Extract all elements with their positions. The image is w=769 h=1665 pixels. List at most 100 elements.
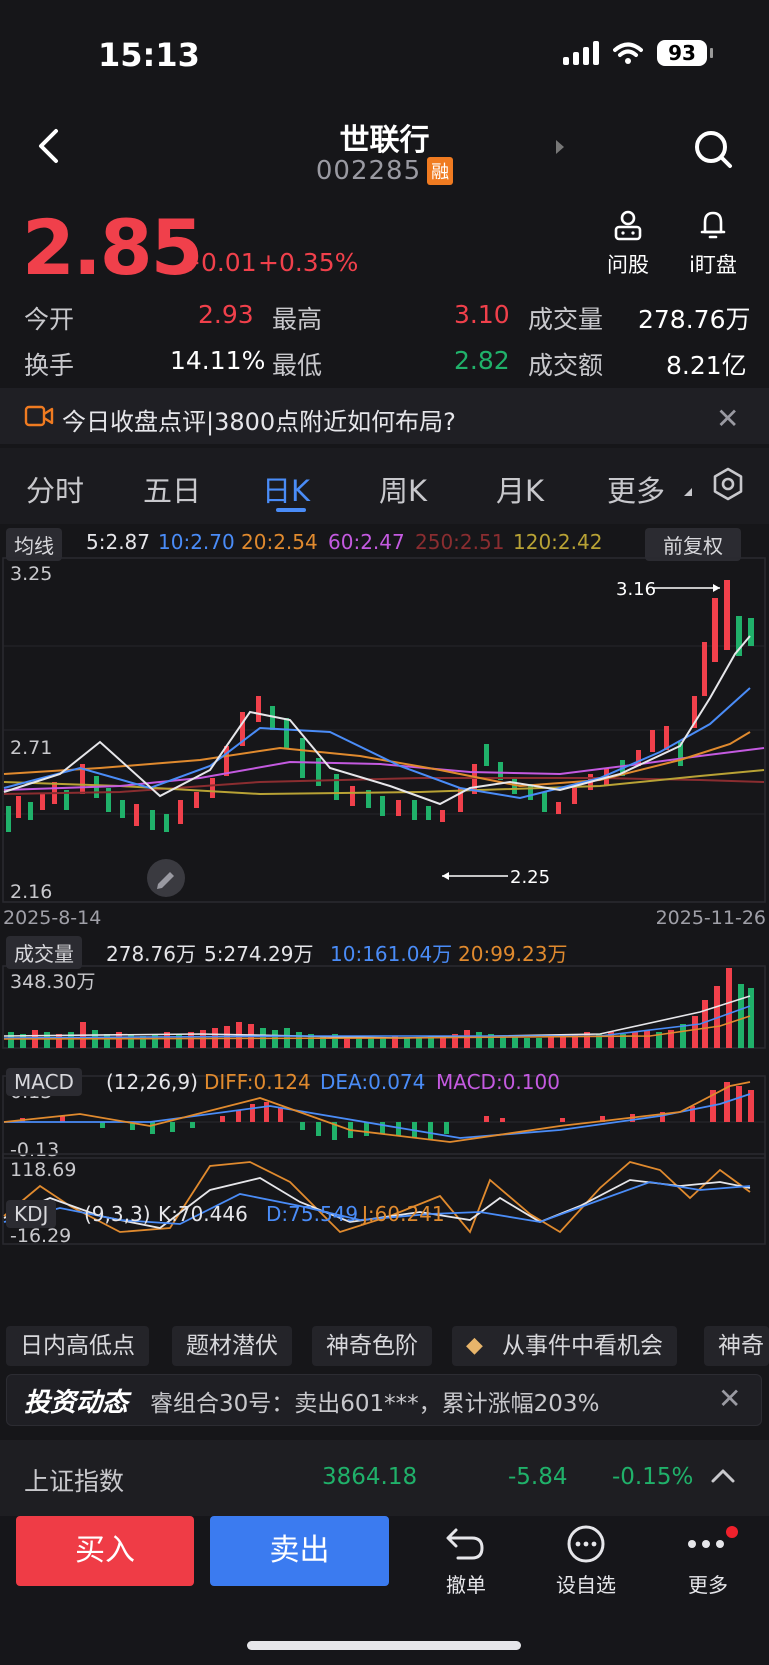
status-time: 15:13: [98, 36, 200, 74]
kdj-y-top: 118.69: [10, 1159, 76, 1181]
volume-ma10: 10:161.04万: [330, 942, 453, 966]
amount-label: 成交额: [528, 351, 604, 380]
high-label: 最高: [272, 305, 323, 334]
chip-event-opportunity-label: 从事件中看机会: [502, 1333, 663, 1359]
buy-button[interactable]: 买入: [16, 1516, 194, 1586]
chip-intraday-high-low[interactable]: 日内高低点: [6, 1326, 149, 1366]
high-value: 3.10: [454, 300, 510, 329]
ma250-value: 250:2.51: [415, 530, 505, 554]
index-name: 上证指数: [24, 1467, 125, 1496]
undo-icon: [446, 1528, 484, 1560]
tab-more[interactable]: 更多: [607, 468, 665, 510]
news-close-icon[interactable]: ✕: [716, 402, 739, 435]
chip-color-scale[interactable]: 神奇色阶: [312, 1326, 432, 1366]
margin-badge: 融: [427, 157, 454, 185]
bell-icon: [700, 211, 726, 239]
index-change: -5.84: [508, 1464, 568, 1490]
k-y-mid: 2.71: [10, 737, 52, 759]
tab-five-day[interactable]: 五日: [143, 468, 201, 510]
home-indicator[interactable]: [247, 1641, 521, 1650]
current-price: 2.85: [22, 203, 204, 292]
more-dropdown-icon: [684, 488, 692, 496]
active-tab-indicator: [276, 508, 306, 512]
price-change: +0.01: [180, 248, 257, 277]
chip-theme-ambush[interactable]: 题材潜伏: [172, 1326, 292, 1366]
watch-label: i盯盘: [689, 253, 737, 277]
tab-monthly-k[interactable]: 月K: [496, 468, 544, 510]
chevron-up-icon[interactable]: [710, 1466, 736, 1484]
investment-dynamics-title: 投资动态: [24, 1388, 129, 1418]
macd-value: MACD:0.100: [436, 1070, 560, 1094]
candlesticks: [6, 580, 754, 832]
chip-event-opportunity[interactable]: ◆ 从事件中看机会: [452, 1326, 677, 1366]
vol-y-top: 348.30万: [10, 971, 95, 993]
sell-button[interactable]: 卖出: [210, 1516, 389, 1586]
kdj-y-bottom: -16.29: [10, 1225, 71, 1247]
kdj-selector[interactable]: KDJ: [6, 1200, 57, 1228]
kdj-d: D:75.549: [266, 1202, 359, 1226]
date-end: 2025-11-26: [656, 907, 766, 929]
more-label: 更多: [688, 1573, 728, 1597]
cancel-order-button[interactable]: 撤单: [426, 1516, 506, 1598]
wifi-icon: [613, 42, 643, 64]
volume-current: 278.76万: [106, 942, 196, 966]
dynamics-close-icon[interactable]: ✕: [718, 1382, 741, 1415]
signal-icon: [563, 41, 599, 65]
kdj-j: J:60.241: [362, 1202, 445, 1226]
k-y-top: 3.25: [10, 563, 52, 585]
macd-diff: DIFF:0.124: [204, 1070, 311, 1094]
volume-selector[interactable]: 成交量: [6, 936, 82, 969]
amount-value: 8.21亿: [666, 351, 747, 380]
add-favorite-button[interactable]: 设自选: [546, 1516, 626, 1598]
stock-name: 世联行: [339, 123, 430, 158]
cancel-order-label: 撤单: [446, 1573, 486, 1597]
ma120-value: 120:2.42: [513, 530, 603, 554]
battery-icon: 93: [657, 40, 713, 66]
next-stock-icon[interactable]: [556, 140, 564, 154]
settings-icon[interactable]: [710, 466, 746, 502]
ask-stock-label: 问股: [607, 253, 649, 277]
tab-weekly-k[interactable]: 周K: [379, 468, 427, 510]
low-value: 2.82: [454, 346, 510, 375]
stock-code: 002285: [315, 156, 422, 186]
macd-y-bottom: -0.13: [10, 1139, 59, 1161]
tab-intraday[interactable]: 分时: [26, 468, 84, 510]
status-icons: 93: [563, 40, 713, 66]
ma20-value: 20:2.54: [241, 530, 318, 554]
date-start: 2025-8-14: [3, 907, 101, 929]
tab-daily-k[interactable]: 日K: [262, 468, 310, 510]
price-change-pct: +0.35%: [258, 248, 359, 277]
investment-dynamics-text[interactable]: 睿组合30号：卖出601***，累计涨幅203%: [150, 1384, 599, 1418]
search-icon[interactable]: [692, 128, 734, 170]
ma10-value: 10:2.70: [158, 530, 235, 554]
k-high-marker: 3.16: [616, 579, 656, 600]
ask-stock-button[interactable]: 问股: [595, 208, 661, 279]
more-button[interactable]: 更多: [668, 1516, 748, 1598]
open-label: 今开: [24, 305, 75, 334]
chip-magic[interactable]: 神奇: [704, 1326, 769, 1366]
ma60-value: 60:2.47: [328, 530, 405, 554]
k-y-bottom: 2.16: [10, 881, 52, 903]
person-icon: [614, 210, 642, 241]
kdj-k: K:70.446: [158, 1202, 248, 1226]
volume-ma5: 5:274.29万: [204, 942, 314, 966]
macd-params: (12,26,9): [106, 1070, 198, 1094]
diamond-icon: ◆: [466, 1333, 483, 1358]
watch-button[interactable]: i盯盘: [682, 208, 744, 279]
low-label: 最低: [272, 351, 323, 380]
macd-selector[interactable]: MACD: [6, 1068, 82, 1096]
video-icon: [24, 405, 54, 427]
open-value: 2.93: [198, 300, 254, 329]
ma5-value: 5:2.87: [86, 530, 150, 554]
volume-ma20: 20:99.23万: [458, 942, 568, 966]
stock-code-row: 002285 融: [0, 156, 769, 186]
more-circle-icon: [567, 1525, 605, 1563]
news-text[interactable]: 今日收盘点评|3800点附近如何布局?: [62, 402, 456, 437]
k-low-marker: 2.25: [510, 867, 550, 888]
turnover-value: 14.11%: [170, 346, 266, 375]
kdj-params: (9,3,3): [84, 1202, 151, 1226]
ma120-line: [3, 769, 765, 796]
more-dots-icon: [688, 1526, 738, 1548]
volume-label: 成交量: [528, 305, 604, 334]
index-change-pct: -0.15%: [612, 1464, 694, 1490]
